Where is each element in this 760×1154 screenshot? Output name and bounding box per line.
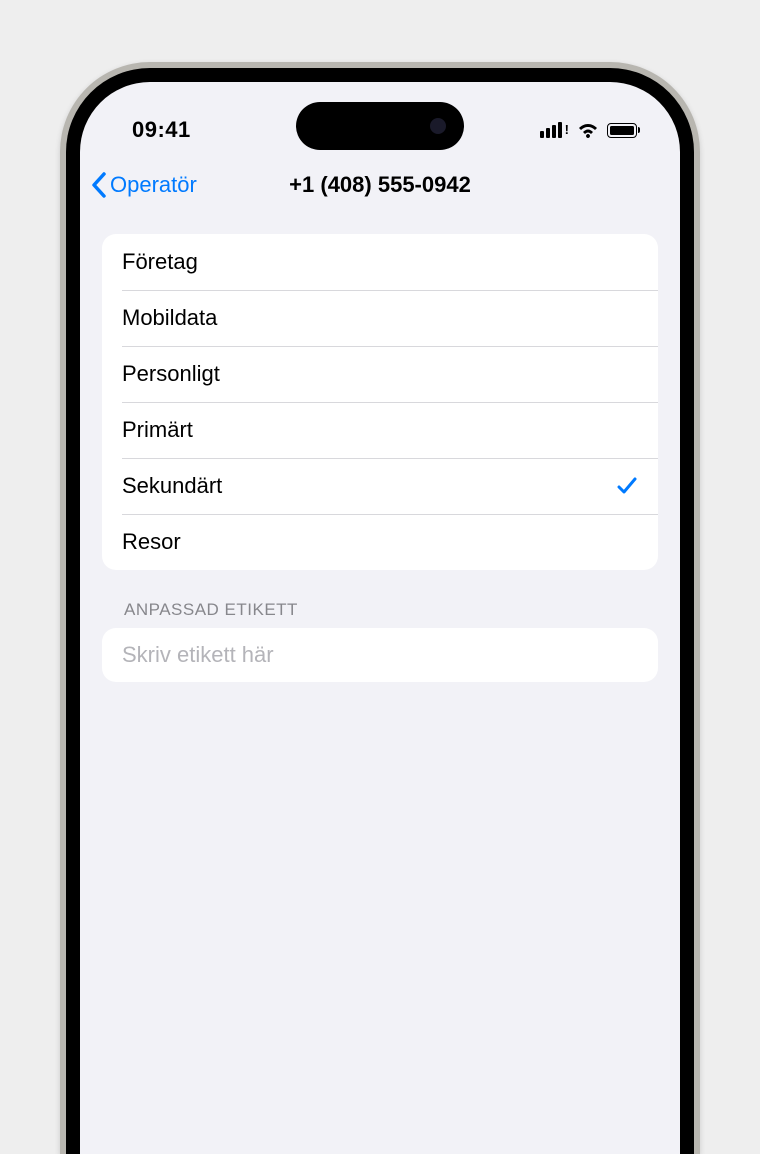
label-option-text: Personligt [122, 361, 220, 387]
cellular-signal-icon: ! [540, 122, 569, 138]
label-option-foretag[interactable]: Företag [102, 234, 658, 290]
phone-device-frame: 09:41 ! [60, 62, 700, 1154]
label-option-resor[interactable]: Resor [102, 514, 658, 570]
custom-label-header: Anpassad etikett [102, 570, 658, 628]
content-area: Företag Mobildata Personligt Primärt Sek… [80, 212, 680, 682]
custom-label-input-group [102, 628, 658, 682]
phone-bezel: 09:41 ! [66, 68, 694, 1154]
label-option-mobildata[interactable]: Mobildata [102, 290, 658, 346]
custom-label-input[interactable] [122, 642, 638, 668]
navigation-bar: Operatör +1 (408) 555-0942 [80, 152, 680, 212]
back-button[interactable]: Operatör [90, 172, 197, 198]
status-icons: ! [540, 122, 640, 138]
label-option-primart[interactable]: Primärt [102, 402, 658, 458]
phone-screen: 09:41 ! [80, 82, 680, 1154]
label-option-text: Företag [122, 249, 198, 275]
label-option-text: Sekundärt [122, 473, 222, 499]
dynamic-island [296, 102, 464, 150]
label-option-text: Primärt [122, 417, 193, 443]
wifi-icon [577, 122, 599, 138]
label-options-list: Företag Mobildata Personligt Primärt Sek… [102, 234, 658, 570]
battery-icon [607, 123, 640, 138]
checkmark-icon [616, 475, 638, 497]
label-option-sekundart[interactable]: Sekundärt [102, 458, 658, 514]
chevron-left-icon [90, 172, 108, 198]
back-label: Operatör [110, 172, 197, 198]
status-time: 09:41 [132, 117, 191, 143]
page-title: +1 (408) 555-0942 [289, 172, 471, 198]
label-option-text: Mobildata [122, 305, 217, 331]
label-option-personligt[interactable]: Personligt [102, 346, 658, 402]
label-option-text: Resor [122, 529, 181, 555]
